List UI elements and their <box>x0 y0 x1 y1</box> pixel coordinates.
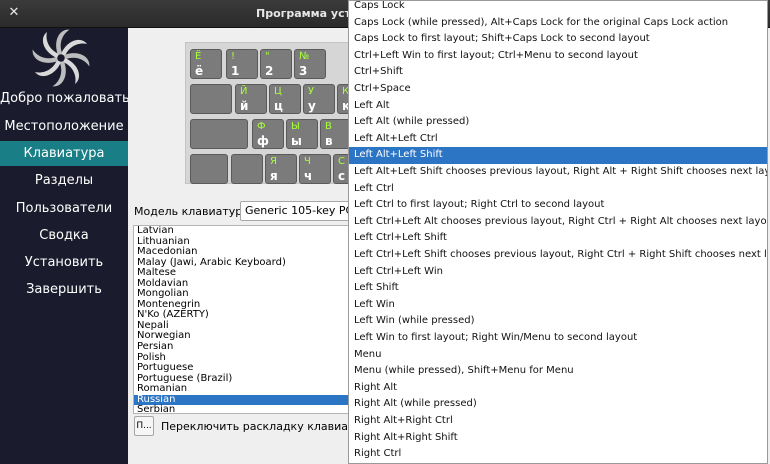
dropdown-option[interactable]: Left Alt <box>349 98 767 115</box>
sidebar-item[interactable]: Разделы <box>0 168 128 193</box>
key-lower-label: ч <box>304 169 313 183</box>
keyboard-key: Цц <box>269 84 301 114</box>
keyboard-key <box>190 119 248 149</box>
key-lower-label: ф <box>257 134 269 148</box>
key-upper-label: Й <box>240 86 248 97</box>
key-upper-label: Ё <box>195 51 202 62</box>
keyboard-key: Фф <box>252 119 284 149</box>
key-lower-label: 3 <box>299 64 308 78</box>
key-lower-label: с <box>338 169 346 183</box>
sidebar-item[interactable]: Клавиатура <box>0 141 128 166</box>
key-lower-label: 1 <box>231 64 240 78</box>
keyboard-key: Чч <box>299 154 331 184</box>
sidebar-item[interactable]: Сводка <box>0 223 128 248</box>
keyboard-key: Уу <box>303 84 335 114</box>
keyboard-key: № 3 <box>294 49 326 79</box>
dropdown-option[interactable]: Right Alt <box>349 380 767 397</box>
keyboard-key <box>190 154 228 184</box>
sidebar: Добро пожаловать Местоположение Клавиатура… <box>0 28 130 464</box>
layout-list-item[interactable]: Persian <box>134 341 350 353</box>
dropdown-option[interactable]: Left Alt+Left Ctrl <box>349 131 767 148</box>
keyboard-model-select[interactable]: Generic 105-key PC <box>240 201 352 221</box>
key-upper-label: У <box>308 86 315 97</box>
dropdown-option[interactable]: Left Win <box>349 297 767 314</box>
key-lower-label: я <box>270 169 278 183</box>
dropdown-option[interactable]: Caps Lock <box>349 1 767 15</box>
sidebar-item[interactable]: Пользователи <box>0 196 128 221</box>
key-upper-label: Ц <box>274 86 282 97</box>
dropdown-option[interactable]: Left Ctrl to first layout; Right Ctrl to… <box>349 197 767 214</box>
keyboard-key: ! 1 <box>226 49 258 79</box>
key-upper-label: Я <box>270 156 277 167</box>
dropdown-option[interactable]: Left Shift <box>349 280 767 297</box>
layout-list[interactable]: Latvian Lithuanian Macedonian Malay (Jawi, … <box>133 225 351 414</box>
dropdown-option[interactable]: Right Alt+Right Shift <box>349 430 767 447</box>
dropdown-option[interactable]: Left Ctrl+Left Shift chooses previous la… <box>349 247 767 264</box>
dropdown-option[interactable]: Left Alt+Left Shift chooses previous lay… <box>349 164 767 181</box>
dropdown-option[interactable]: Left Ctrl+Left Alt chooses previous layo… <box>349 214 767 231</box>
key-lower-label: в <box>325 134 333 148</box>
keyboard-key: Ёё <box>190 49 222 79</box>
sidebar-item[interactable]: Добро пожаловать <box>0 86 130 111</box>
layout-list-item[interactable]: Latvian <box>134 226 350 237</box>
dropdown-option[interactable]: Left Alt+Left Shift <box>349 147 767 164</box>
switch-shortcut-dropdown[interactable]: Caps Lock Caps Lock (while pressed), Alt+… <box>348 0 768 464</box>
dropdown-option[interactable]: Ctrl+Space <box>349 81 767 98</box>
key-upper-label: С <box>338 156 345 167</box>
dropdown-option[interactable]: Left Win (while pressed) <box>349 313 767 330</box>
dropdown-option[interactable]: Caps Lock (while pressed), Alt+Caps Lock… <box>349 15 767 32</box>
close-icon[interactable]: ✕ <box>6 5 22 21</box>
dropdown-option[interactable]: Left Alt (while pressed) <box>349 114 767 131</box>
key-upper-label: № <box>299 51 310 62</box>
dropdown-option[interactable]: Left Ctrl <box>349 181 767 198</box>
keyboard-key: Яя <box>265 154 297 184</box>
keyboard-key <box>190 84 232 114</box>
key-upper-label: В <box>325 121 332 132</box>
keyboard-key: Йй <box>235 84 267 114</box>
sidebar-item[interactable]: Установить <box>0 250 128 275</box>
keyboard-model-label: Модель клавиатуры: <box>134 205 255 218</box>
keyboard-key: Ыы <box>286 119 318 149</box>
keyboard-key <box>231 154 263 184</box>
sidebar-item[interactable]: Местоположение <box>0 114 128 139</box>
key-lower-label: ы <box>291 134 302 148</box>
key-upper-label: " <box>265 51 270 62</box>
dropdown-option[interactable]: Menu <box>349 347 767 364</box>
dropdown-option[interactable]: Ctrl+Shift <box>349 64 767 81</box>
dropdown-option[interactable]: Right Alt+Right Ctrl <box>349 413 767 430</box>
key-lower-label: ё <box>195 64 204 78</box>
key-upper-label: Ф <box>257 121 266 132</box>
dropdown-option[interactable]: Right Alt (while pressed) <box>349 396 767 413</box>
keyboard-key: " 2 <box>260 49 292 79</box>
dropdown-option[interactable]: Left Ctrl+Left Shift <box>349 230 767 247</box>
sidebar-item[interactable]: Завершить <box>0 277 128 302</box>
key-lower-label: у <box>308 99 316 113</box>
dropdown-option[interactable]: Menu (while pressed), Shift+Menu for Men… <box>349 363 767 380</box>
key-upper-label: ! <box>231 51 236 62</box>
key-upper-label: Ы <box>291 121 300 132</box>
key-lower-label: ц <box>274 99 283 113</box>
layout-list-item[interactable]: Serbian <box>134 405 350 413</box>
logo-icon <box>32 29 90 87</box>
key-lower-label: 2 <box>265 64 274 78</box>
dropdown-option[interactable]: Ctrl+Left Win to first layout; Ctrl+Menu… <box>349 48 767 65</box>
dropdown-option[interactable]: Left Ctrl+Left Win <box>349 264 767 281</box>
dropdown-option[interactable]: Left Win to first layout; Right Win/Menu… <box>349 330 767 347</box>
key-lower-label: й <box>240 99 249 113</box>
key-upper-label: Ч <box>304 156 311 167</box>
dropdown-option[interactable]: Caps Lock to first layout; Shift+Caps Lo… <box>349 31 767 48</box>
dropdown-option[interactable]: Right Ctrl <box>349 446 767 463</box>
variant-button[interactable]: П... <box>134 416 154 436</box>
